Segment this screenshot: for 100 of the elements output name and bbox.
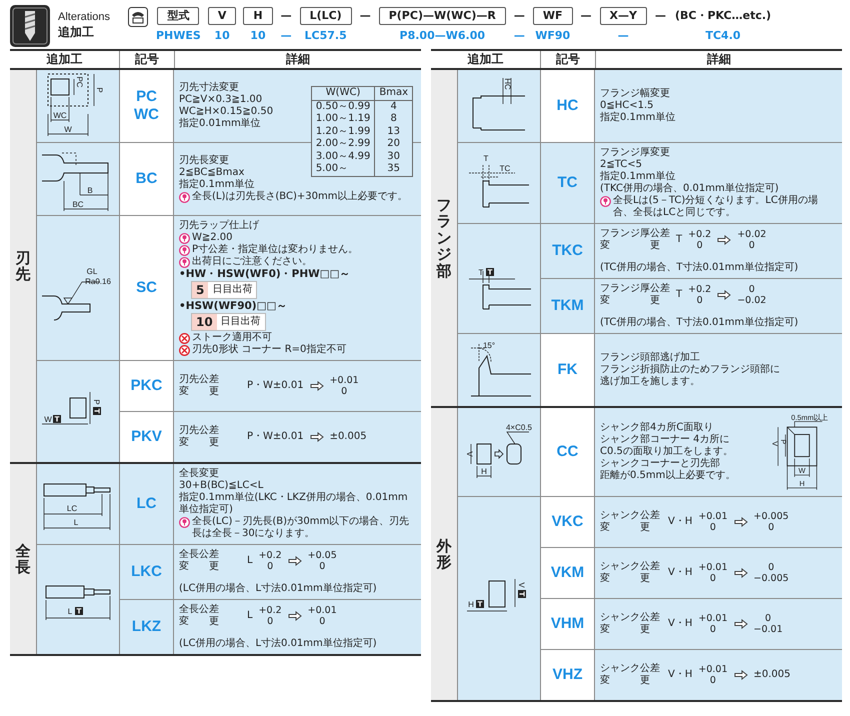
tolerance-symbol: T: [676, 289, 682, 301]
end-mill-tip-drawing: [42, 152, 108, 212]
arrow-icon: [310, 432, 324, 442]
tolerance-title: シャンク公差: [600, 561, 661, 572]
category-label: フランジ部: [436, 196, 452, 280]
end-mill-length-drawing: [44, 484, 110, 530]
days-number: 10: [192, 314, 217, 330]
dimension-label: WC: [53, 111, 67, 120]
lower-tolerance: 0: [710, 522, 716, 533]
detail-text: PC≧V×0.3≧1.00: [179, 94, 262, 106]
alteration-code: PC: [136, 88, 157, 106]
separator-text: —: [358, 8, 372, 24]
example-value: 10: [250, 29, 266, 43]
detail-text: 0≦HC<1.5: [600, 100, 654, 112]
upper-tolerance: +0.01: [308, 605, 337, 616]
arrow-icon: [717, 290, 732, 300]
lower-tolerance: 0: [748, 240, 755, 251]
shank-section-drawing: [778, 421, 823, 490]
alteration-code: WC: [134, 106, 159, 124]
detail-text: (TKC併用の場合、0.01mm単位指定可): [600, 183, 779, 195]
upper-tolerance: 0: [768, 562, 774, 573]
part-number-field: (BC・PKC…etc.): [674, 7, 772, 25]
tolerance-title: 変 更: [179, 437, 220, 449]
tolerance-title: シャンク公差: [600, 510, 661, 522]
tolerance-title: 刃先公差: [179, 374, 220, 386]
tolerance-symbol: V・H: [668, 567, 692, 579]
category-label: 刃先: [16, 250, 30, 282]
detail-text: 距離が0.5mm以上必要です。: [600, 470, 736, 482]
detail-text: 指定0.1mm単位: [600, 112, 676, 124]
separator-text: —: [580, 8, 592, 24]
dimension-label: W: [64, 125, 72, 134]
shank-chamfer-drawing: [470, 432, 530, 478]
detail-text: 指定0.1mm単位: [600, 171, 676, 183]
alteration-code: HC: [556, 97, 578, 115]
note-text: 全長(L)は刃先長さ(BC)+30mm以上必要です。: [192, 191, 408, 203]
tolerance-title: 刃先公差: [179, 425, 220, 436]
part-number-field: WF: [532, 7, 572, 25]
part-number-field: P(PC)—W(WC)—R: [378, 7, 506, 25]
dimension-label: 0.5mm以上: [791, 412, 828, 422]
tolerance-title: シャンク公差: [600, 612, 661, 624]
part-number-field: L(LC): [300, 7, 352, 25]
detail-text: 指定0.01mm単位: [179, 118, 261, 130]
detail-text: (LC併用の場合、L寸法0.01mm単位指定可): [179, 583, 377, 595]
dimension-label: PC: [75, 76, 84, 88]
upper-tolerance: +0.05: [308, 550, 337, 561]
part-number-field: X—Y: [600, 7, 647, 25]
detail-text: 逃げ加工を施します。: [600, 376, 700, 388]
end-mill-logo-icon: [10, 4, 50, 46]
dimension-label: V: [517, 582, 526, 588]
alteration-code: FK: [558, 361, 578, 379]
alteration-code: LC: [136, 495, 156, 513]
upper-tolerance: +0.01: [698, 613, 728, 624]
dimension-label: T: [484, 154, 488, 163]
dimension-label: H: [468, 600, 474, 608]
table-cell-text: 5.00～: [314, 163, 350, 176]
tolerance-title: フランジ厚公差: [600, 228, 670, 240]
column-header: 記号: [120, 51, 175, 68]
caution-icon: [600, 196, 611, 207]
section-title: 追加工: [58, 24, 95, 40]
column-header: 詳細: [284, 51, 311, 68]
table-cell: 13: [374, 126, 412, 138]
example-value: TC4.0: [705, 29, 741, 43]
lower-tolerance: 0: [319, 616, 326, 627]
note-text: W≧2.00: [192, 232, 233, 244]
shank-section-drawing: [466, 578, 516, 611]
category-label: 外形: [436, 538, 452, 570]
days-label: 日目出荷: [211, 282, 254, 297]
caution-icon: [179, 233, 190, 244]
alteration-code: PKV: [131, 428, 162, 446]
alteration-code: BC: [136, 170, 158, 188]
upper-tolerance: +0.01: [698, 511, 728, 522]
arrow-icon: [734, 517, 748, 527]
table-cell: 20: [374, 138, 412, 150]
tolerance-title: 全長公差: [179, 604, 220, 616]
tolerance-title: 変 更: [179, 561, 220, 573]
note-text: 全長Lは(5－TC)分短くなります。LC併用の場合、全長はLCと同じです。: [613, 195, 819, 219]
note-text: P寸公差・指定単位は変わりません。: [192, 244, 358, 256]
alteration-code: LKZ: [132, 618, 162, 636]
section-title: Alterations: [58, 10, 110, 22]
tolerance-symbol: P・W±0.01: [247, 380, 304, 392]
flange-drawing: [468, 164, 530, 208]
detail-text: 2≦TC<5: [600, 159, 642, 170]
tolerance-title: フランジ厚公差: [600, 283, 670, 294]
upper-tolerance: +0.2: [258, 605, 282, 616]
upper-tolerance: +0.2: [688, 229, 712, 240]
lower-tolerance: 0: [696, 295, 703, 306]
alteration-code: VHZ: [552, 666, 582, 684]
tip-section-drawing: [48, 74, 94, 136]
table-cell-text: 0.50～0.99: [314, 100, 372, 113]
lower-tolerance: 0: [710, 573, 716, 584]
flange-relief-drawing: [470, 344, 532, 396]
arrow-icon: [734, 670, 748, 680]
flange-drawing: [468, 270, 532, 309]
tolerance-title: 変 更: [600, 624, 651, 636]
model-list-text: •HSW(WF90)□□～: [179, 300, 288, 312]
detail-text: WC≧H×0.15≧0.50: [179, 106, 274, 118]
tolerance-title: 変 更: [600, 295, 661, 307]
alteration-code: SC: [136, 279, 157, 297]
caution-icon: [179, 517, 190, 528]
dimension-label: P: [95, 87, 104, 93]
